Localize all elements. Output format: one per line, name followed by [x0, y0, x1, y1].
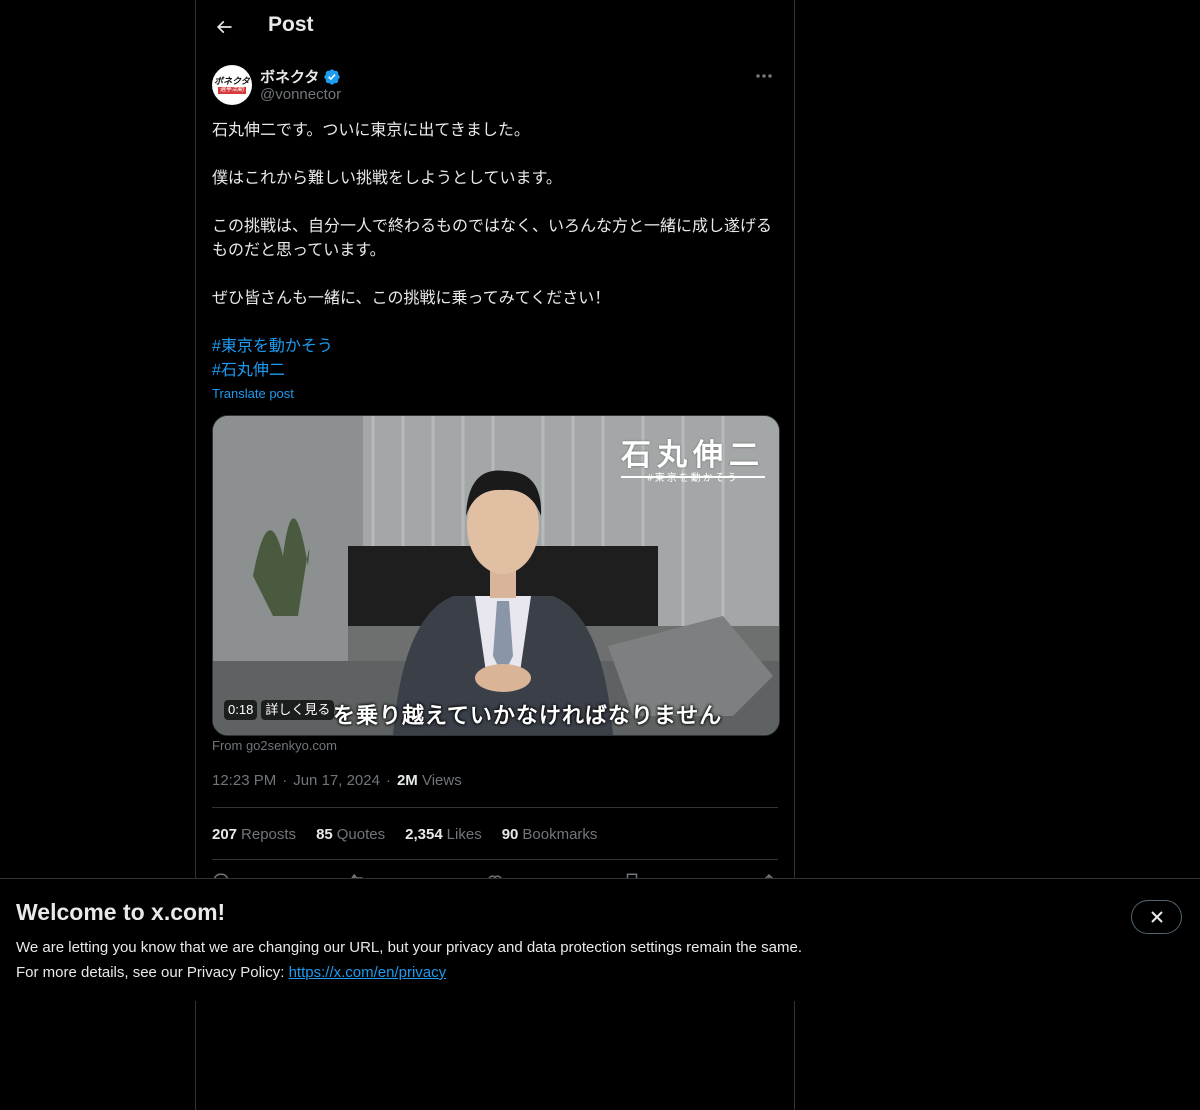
quotes-stat[interactable]: 85 Quotes: [316, 826, 385, 843]
video-player[interactable]: 石丸伸二 #東京を動かそう を乗り越えていかなければなりません 0:18 詳しく…: [212, 415, 780, 736]
media-source-link[interactable]: From go2senkyo.com: [212, 738, 337, 753]
post-author: ボネクタ 選挙活動 ボネクタ @vonnector: [212, 64, 778, 108]
likes-stat[interactable]: 2,354 Likes: [405, 826, 482, 843]
post-date[interactable]: Jun 17, 2024: [293, 772, 380, 789]
banner-line: For more details, see our Privacy Policy…: [16, 960, 916, 985]
views-count: 2M: [396, 772, 418, 789]
views-label: Views: [421, 772, 462, 789]
banner-line: We are letting you know that we are chan…: [16, 939, 802, 956]
welcome-banner: Welcome to x.com! We are letting you kno…: [0, 878, 1200, 1001]
post-header: Post: [196, 0, 794, 54]
bookmarks-count: 90: [501, 826, 519, 843]
post-meta: 12:23 PM · Jun 17, 2024 · 2M Views: [212, 772, 462, 789]
privacy-policy-link[interactable]: https://x.com/en/privacy: [289, 964, 447, 981]
likes-label: Likes: [446, 826, 482, 843]
banner-body: We are letting you know that we are chan…: [16, 935, 916, 985]
page-title: Post: [268, 13, 314, 36]
bookmarks-stat[interactable]: 90 Bookmarks: [502, 826, 598, 843]
author-name[interactable]: ボネクタ: [260, 66, 341, 87]
tweet-text: 石丸伸二です。ついに東京に出てきました。 僕はこれから難しい挑戦をしようとしてい…: [212, 119, 780, 383]
more-icon: [756, 74, 772, 78]
divider: [212, 859, 778, 860]
reposts-stat[interactable]: 207 Reposts: [212, 826, 296, 843]
video-badges: 0:18 詳しく見る: [224, 700, 335, 720]
verified-badge-icon: [324, 68, 341, 85]
video-caption: を乗り越えていかなければなりません: [333, 703, 723, 728]
video-duration: 0:18: [224, 700, 258, 720]
banner-line-prefix: For more details, see our Privacy Policy…: [16, 964, 289, 981]
tweet-paragraph: この挑戦は、自分一人で終わるものではなく、いろんな方と一緒に成し遂げるものだと思…: [212, 218, 773, 259]
back-button[interactable]: [210, 13, 238, 41]
engagement-stats: 207 Reposts 85 Quotes 2,354 Likes 90 Bookmar…: [212, 826, 597, 843]
close-icon: [1150, 911, 1163, 923]
video-details-button[interactable]: 詳しく見る: [261, 700, 335, 720]
hashtag-link[interactable]: #東京を動かそう: [212, 335, 780, 359]
hashtag-list: #東京を動かそう #石丸伸二: [212, 335, 780, 383]
banner-title: Welcome to x.com!: [16, 899, 226, 925]
quotes-count: 85: [316, 826, 333, 843]
avatar-logo-text: ボネクタ: [214, 76, 250, 86]
avatar-logo-subtext: 選挙活動: [217, 87, 246, 94]
tweet-paragraph: 僕はこれから難しい挑戦をしようとしています。: [212, 170, 562, 187]
close-banner-button[interactable]: [1131, 900, 1182, 934]
meta-separator: ·: [282, 772, 288, 789]
reposts-label: Reposts: [241, 826, 297, 843]
divider: [212, 807, 778, 808]
video-name-subtitle: #東京を動かそう: [647, 473, 739, 484]
back-arrow-icon: [216, 20, 232, 34]
avatar[interactable]: ボネクタ 選挙活動: [212, 65, 252, 105]
reposts-count: 207: [212, 826, 238, 843]
views: 2M Views: [397, 772, 462, 789]
likes-count: 2,354: [405, 826, 443, 843]
post-time[interactable]: 12:23 PM: [212, 772, 276, 789]
author-name-label: ボネクタ: [260, 69, 320, 86]
translate-post-link[interactable]: Translate post: [212, 386, 294, 401]
hashtag-link[interactable]: #石丸伸二: [212, 359, 780, 383]
more-button[interactable]: [750, 66, 778, 86]
meta-separator: ·: [385, 772, 391, 789]
tweet-paragraph: 石丸伸二です。ついに東京に出てきました。: [212, 122, 530, 139]
author-handle[interactable]: @vonnector: [260, 86, 341, 103]
quotes-label: Quotes: [336, 826, 386, 843]
bookmarks-label: Bookmarks: [522, 826, 598, 843]
tweet-paragraph: ぜひ皆さんも一緒に、この挑戦に乗ってみてください！: [212, 290, 611, 307]
